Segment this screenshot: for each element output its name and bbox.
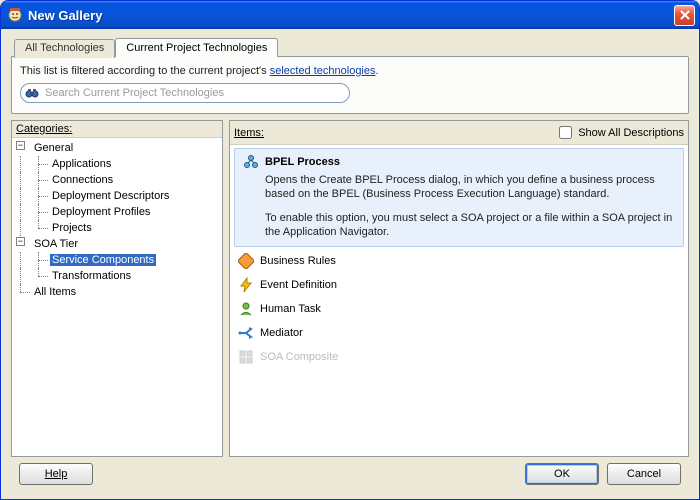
event-icon: [238, 277, 254, 293]
mediator-icon: [238, 325, 254, 341]
item-label: SOA Composite: [260, 351, 338, 363]
tree-label: Transformations: [50, 270, 133, 282]
business-rules-icon: [238, 253, 254, 269]
tab-all-technologies[interactable]: All Technologies: [14, 39, 115, 58]
search-input[interactable]: [43, 86, 343, 100]
tab-panel: This list is filtered according to the c…: [11, 56, 689, 114]
tree-label: Applications: [50, 158, 113, 170]
tree-label: Projects: [50, 222, 94, 234]
item-label: Business Rules: [260, 255, 336, 267]
filter-suffix: .: [376, 65, 379, 77]
item-description: Opens the Create BPEL Process dialog, in…: [243, 173, 675, 239]
item-desc-line: To enable this option, you must select a…: [265, 211, 675, 239]
window-title: New Gallery: [28, 8, 674, 23]
selected-technologies-link[interactable]: selected technologies: [270, 65, 376, 77]
close-button[interactable]: [674, 5, 695, 26]
item-label: Mediator: [260, 327, 303, 339]
show-all-label: Show All Descriptions: [578, 127, 684, 139]
filter-description: This list is filtered according to the c…: [20, 65, 680, 77]
search-field[interactable]: [20, 83, 350, 103]
tree-node-deployment-descriptors[interactable]: Deployment Descriptors: [14, 188, 220, 204]
ok-button[interactable]: OK: [525, 463, 599, 485]
tab-strip: All Technologies Current Project Technol…: [11, 37, 689, 56]
tree-node-deployment-profiles[interactable]: Deployment Profiles: [14, 204, 220, 220]
items-panel: Items: Show All Descriptions: [229, 120, 689, 457]
binoculars-icon: [25, 86, 39, 100]
minus-icon[interactable]: −: [16, 237, 25, 246]
new-gallery-window: New Gallery All Technologies Current Pro…: [0, 0, 700, 500]
categories-label: Categories:: [16, 123, 72, 135]
categories-tree[interactable]: − General Applications Connections Deplo…: [12, 138, 222, 456]
tree-label: General: [32, 142, 75, 154]
item-mediator[interactable]: Mediator: [232, 321, 686, 345]
item-event-definition[interactable]: Event Definition: [232, 273, 686, 297]
tree-node-projects[interactable]: Projects: [14, 220, 220, 236]
cancel-button[interactable]: Cancel: [607, 463, 681, 485]
human-task-icon: [238, 301, 254, 317]
item-business-rules[interactable]: Business Rules: [232, 249, 686, 273]
items-label: Items:: [234, 127, 264, 139]
tree-node-connections[interactable]: Connections: [14, 172, 220, 188]
help-button[interactable]: Help: [19, 463, 93, 485]
tree-label: Deployment Descriptors: [50, 190, 171, 202]
tree-node-general[interactable]: − General: [14, 140, 220, 156]
app-icon: [7, 7, 23, 23]
categories-panel: Categories: − General Applications Conne…: [11, 120, 223, 457]
bpel-icon: [243, 154, 259, 170]
item-human-task[interactable]: Human Task: [232, 297, 686, 321]
show-all-descriptions[interactable]: Show All Descriptions: [555, 123, 684, 142]
item-label: Event Definition: [260, 279, 337, 291]
tree-node-applications[interactable]: Applications: [14, 156, 220, 172]
item-desc-line: Opens the Create BPEL Process dialog, in…: [265, 173, 675, 201]
tree-node-soa-tier[interactable]: − SOA Tier: [14, 236, 220, 252]
soa-composite-icon: [238, 349, 254, 365]
items-header: Items: Show All Descriptions: [230, 121, 688, 145]
dialog-footer: Help OK Cancel: [11, 457, 689, 493]
item-soa-composite: SOA Composite: [232, 345, 686, 369]
item-title: BPEL Process: [265, 156, 340, 168]
tree-node-service-components[interactable]: Service Components: [14, 252, 220, 268]
tab-current-project-technologies[interactable]: Current Project Technologies: [115, 38, 278, 57]
show-all-checkbox[interactable]: [559, 126, 572, 139]
tree-label: SOA Tier: [32, 238, 80, 250]
tree-label: Service Components: [50, 254, 156, 266]
item-label: Human Task: [260, 303, 321, 315]
tree-node-transformations[interactable]: Transformations: [14, 268, 220, 284]
items-list[interactable]: BPEL Process Opens the Create BPEL Proce…: [230, 145, 688, 456]
filter-prefix: This list is filtered according to the c…: [20, 65, 270, 77]
minus-icon[interactable]: −: [16, 141, 25, 150]
tree-label: Connections: [50, 174, 115, 186]
item-bpel-process[interactable]: BPEL Process Opens the Create BPEL Proce…: [234, 148, 684, 247]
categories-header: Categories:: [12, 121, 222, 138]
tree-label: Deployment Profiles: [50, 206, 152, 218]
tree-node-all-items[interactable]: All Items: [14, 284, 220, 300]
tree-label: All Items: [32, 286, 78, 298]
titlebar[interactable]: New Gallery: [1, 1, 699, 29]
